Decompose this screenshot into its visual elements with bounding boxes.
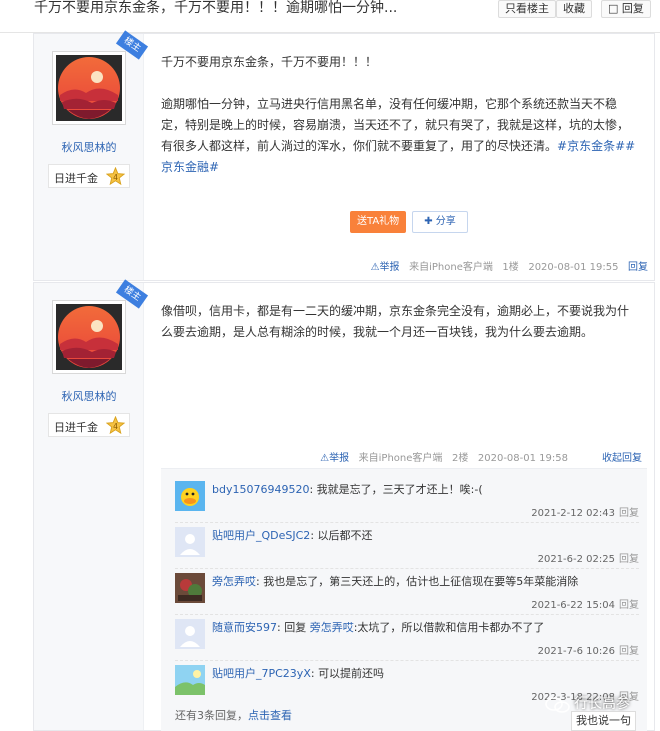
reply-content: 随意而安597: 回复 旁怎弄哎:太坑了，所以借款和信用卡都办不了了 bbox=[212, 621, 545, 634]
photo-avatar-image[interactable] bbox=[175, 573, 205, 603]
reply-time: 2021-2-12 02:43 bbox=[531, 508, 615, 519]
default-avatar-icon[interactable] bbox=[175, 527, 205, 557]
watermark-text: 行长高参 bbox=[574, 696, 630, 712]
reply-text: 我也是忘了，第三天还上的，估计也上征信现在要等5年菜能消除 bbox=[263, 575, 579, 588]
reply-content: bdy15076949520: 我就是忘了，三天了才还上！唉:-( bbox=[212, 483, 483, 496]
plus-icon: ✚ bbox=[424, 216, 433, 227]
say-something-button[interactable]: 我也说一句 bbox=[571, 711, 636, 731]
reply-link[interactable]: 回复 bbox=[619, 554, 639, 565]
post-meta: ⚠举报 来自iPhone客户端 2楼 2020-08-01 19:58 bbox=[320, 449, 568, 464]
reply-link[interactable]: 回复 bbox=[619, 646, 639, 657]
reply-link[interactable]: 回复 bbox=[619, 508, 639, 519]
list-item: 贴吧用户_QDeSJC2: 以后都不还 2021-6-2 02:25 回复 bbox=[175, 523, 639, 569]
sunset-avatar-image bbox=[56, 55, 122, 121]
list-item: 随意而安597: 回复 旁怎弄哎:太坑了，所以借款和信用卡都办不了了 2021-… bbox=[175, 615, 639, 661]
list-item: bdy15076949520: 我就是忘了，三天了才还上！唉:-( 2021-2… bbox=[175, 477, 639, 523]
collapse-replies-link[interactable]: 收起回复 bbox=[602, 449, 642, 464]
level-star-icon: 4 bbox=[106, 167, 125, 186]
comment-icon: □ bbox=[608, 2, 619, 15]
floor-number: 2楼 bbox=[451, 453, 469, 464]
reply-content: 旁怎弄哎: 我也是忘了，第三天还上的，估计也上征信现在要等5年菜能消除 bbox=[212, 575, 579, 588]
sub-reply-list: bdy15076949520: 我就是忘了，三天了才还上！唉:-( 2021-2… bbox=[161, 468, 647, 731]
post-source: 来自iPhone客户端 bbox=[358, 453, 443, 464]
level-badge[interactable]: 日进千金 4 bbox=[48, 164, 130, 188]
reply-target-username[interactable]: 旁怎弄哎 bbox=[310, 621, 354, 634]
duck-avatar-image[interactable] bbox=[175, 481, 205, 511]
default-avatar-icon[interactable] bbox=[175, 619, 205, 649]
post-source: 来自iPhone客户端 bbox=[409, 262, 493, 273]
post-floor-2: 楼主 秋风思林的 日进千金 4 像借呗，信用卡，都是有一二天的缓冲期，京东金条完… bbox=[33, 279, 655, 731]
reply-text: 可以提前还吗 bbox=[318, 667, 385, 680]
reply-time: 2021-6-2 02:25 bbox=[537, 554, 615, 565]
reply-link[interactable]: 回复 bbox=[619, 600, 639, 611]
avatar[interactable] bbox=[52, 300, 126, 374]
author-name[interactable]: 秋风思林的 bbox=[34, 388, 144, 404]
reply-username[interactable]: 旁怎弄哎 bbox=[212, 575, 256, 588]
post-time: 2020-08-01 19:58 bbox=[477, 453, 568, 464]
reply-label: 回复 bbox=[621, 2, 644, 15]
report-link[interactable]: 举报 bbox=[329, 453, 349, 464]
reply-time: 2021-6-22 15:04 bbox=[531, 600, 615, 611]
post-first-line: 千万不要用京东金条，千万不要用！！！ bbox=[161, 55, 378, 69]
author-name[interactable]: 秋风思林的 bbox=[34, 139, 144, 155]
reply-username[interactable]: 随意而安597 bbox=[212, 621, 277, 634]
sunset-avatar-image bbox=[56, 304, 122, 370]
reply-content: 贴吧用户_7PC23yX: 可以提前还吗 bbox=[212, 667, 385, 680]
view-more-link[interactable]: 点击查看 bbox=[248, 709, 292, 722]
reply-time: 2021-7-6 10:26 bbox=[537, 646, 615, 657]
landscape-avatar-image[interactable] bbox=[175, 665, 205, 695]
more-replies: 还有3条回复，点击查看 bbox=[175, 707, 292, 723]
level-number: 4 bbox=[113, 173, 118, 182]
avatar[interactable] bbox=[52, 51, 126, 125]
level-number: 4 bbox=[113, 422, 118, 431]
report-link[interactable]: 举报 bbox=[380, 262, 400, 273]
only-owner-button[interactable]: 只看楼主 bbox=[498, 0, 556, 18]
thread-header: 千万不要用京东金条，千万不要用！！！逾期哪怕一分钟... 只看楼主 收藏 □ 回… bbox=[0, 0, 660, 33]
favorite-button[interactable]: 收藏 bbox=[556, 0, 592, 18]
warning-icon: ⚠ bbox=[370, 262, 380, 273]
post-meta: ⚠举报 来自iPhone客户端 1楼 2020-08-01 19:55 回复 bbox=[371, 258, 648, 273]
reply-text: :太坑了，所以借款和信用卡都办不了了 bbox=[353, 621, 545, 634]
list-item: 旁怎弄哎: 我也是忘了，第三天还上的，估计也上征信现在要等5年菜能消除 2021… bbox=[175, 569, 639, 615]
reply-username[interactable]: bdy15076949520 bbox=[212, 483, 309, 496]
send-gift-button[interactable]: 送TA礼物 bbox=[350, 211, 407, 233]
reply-prefix: 回复 bbox=[284, 621, 310, 634]
level-title: 日进千金 bbox=[54, 172, 98, 185]
reply-time-row: 2021-6-22 15:04 回复 bbox=[531, 596, 639, 611]
reply-username[interactable]: 贴吧用户_QDeSJC2 bbox=[212, 529, 310, 542]
warning-icon: ⚠ bbox=[320, 453, 330, 464]
post-floor-1: 楼主 秋风思林的 日进千金 4 千万不要用京东金条，千万不要用！！！ 逾期哪怕一… bbox=[33, 30, 655, 281]
reply-time-row: 2021-6-2 02:25 回复 bbox=[538, 550, 639, 565]
post-reply-link[interactable]: 回复 bbox=[628, 262, 648, 273]
thread-title: 千万不要用京东金条，千万不要用！！！逾期哪怕一分钟... bbox=[34, 0, 398, 16]
post-time: 2020-08-01 19:55 bbox=[528, 262, 619, 273]
reply-text: 以后都不还 bbox=[317, 529, 373, 542]
floor-number: 1楼 bbox=[502, 262, 519, 273]
level-title: 日进千金 bbox=[54, 421, 98, 434]
reply-button[interactable]: □ 回复 bbox=[601, 0, 651, 18]
level-star-icon: 4 bbox=[106, 416, 125, 435]
reply-time-row: 2021-7-6 10:26 回复 bbox=[538, 642, 639, 657]
post-body: 逾期哪怕一分钟，立马进央行信用黑名单，没有任何缓冲期，它那个系统还款当天不稳定，… bbox=[161, 94, 639, 178]
reply-text: 我就是忘了，三天了才还上！唉:-( bbox=[316, 483, 483, 496]
more-replies-text: 还有3条回复， bbox=[175, 709, 248, 722]
reply-username[interactable]: 贴吧用户_7PC23yX bbox=[212, 667, 311, 680]
post-body: 像借呗，信用卡，都是有一二天的缓冲期，京东金条完全没有，逾期必上，不要说我为什么… bbox=[161, 304, 630, 339]
level-badge[interactable]: 日进千金 4 bbox=[48, 413, 130, 437]
share-button[interactable]: ✚ 分享 bbox=[412, 211, 468, 233]
author-sidebar: 楼主 秋风思林的 日进千金 4 bbox=[34, 279, 149, 730]
reply-time-row: 2021-2-12 02:43 回复 bbox=[531, 504, 639, 519]
author-sidebar: 楼主 秋风思林的 日进千金 4 bbox=[34, 30, 149, 280]
wechat-logo-icon bbox=[545, 697, 570, 713]
share-label: 分享 bbox=[435, 216, 456, 227]
reply-content: 贴吧用户_QDeSJC2: 以后都不还 bbox=[212, 529, 373, 542]
